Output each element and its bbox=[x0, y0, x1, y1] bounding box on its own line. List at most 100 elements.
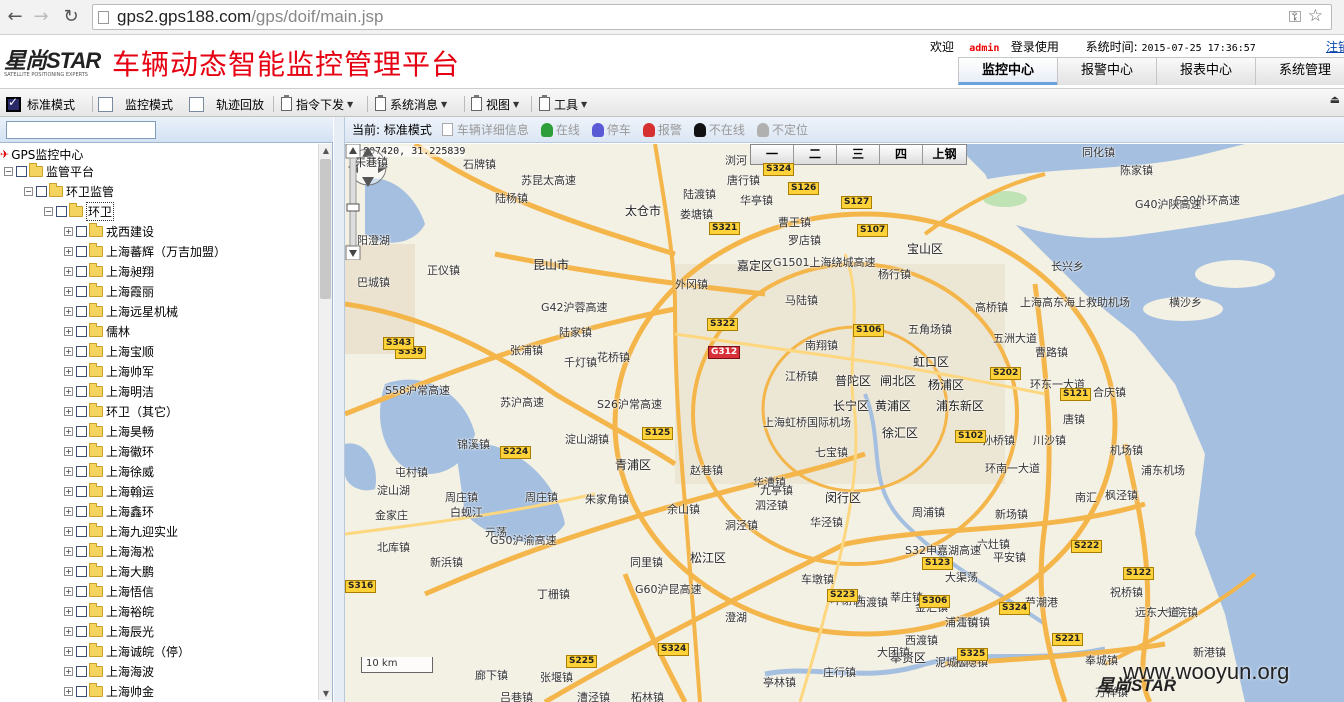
tree-vehicle-group[interactable]: + 戎西建设 bbox=[64, 221, 154, 241]
star-icon[interactable]: ☆ bbox=[1308, 6, 1323, 26]
tree-vehicle-group[interactable]: + 上海帅军 bbox=[64, 361, 154, 381]
tree-checkbox[interactable] bbox=[76, 245, 87, 257]
tree-vehicle-group[interactable]: + 上海海波 bbox=[64, 661, 154, 681]
tree-node-platform[interactable]: − 监管平台 bbox=[4, 161, 94, 181]
panel-splitter[interactable] bbox=[334, 117, 345, 702]
expand-toggle-icon[interactable]: + bbox=[64, 226, 73, 236]
expand-toggle-icon[interactable]: + bbox=[64, 266, 73, 276]
expand-toggle-icon[interactable]: + bbox=[64, 646, 73, 656]
logout-link[interactable]: 注销 bbox=[1326, 38, 1344, 55]
address-bar[interactable]: gps2.gps188.com/gps/doif/main.jsp ⚿ ☆ bbox=[92, 4, 1332, 30]
tree-node-sanitation[interactable]: − 环卫 bbox=[44, 201, 115, 221]
tree-vehicle-group[interactable]: + 上海裕皖 bbox=[64, 601, 154, 621]
forward-icon[interactable]: → bbox=[30, 6, 52, 28]
expand-toggle-icon[interactable]: + bbox=[64, 606, 73, 616]
expand-toggle-icon[interactable]: + bbox=[64, 426, 73, 436]
expand-toggle-icon[interactable]: + bbox=[64, 306, 73, 316]
tree-vehicle-group[interactable]: + 上海帅金 bbox=[64, 681, 154, 701]
tree-checkbox[interactable] bbox=[36, 185, 47, 197]
tree-vehicle-group[interactable]: + 上海徽环 bbox=[64, 441, 154, 461]
key-icon[interactable]: ⚿ bbox=[1289, 7, 1301, 27]
expand-toggle-icon[interactable]: + bbox=[64, 506, 73, 516]
tree-checkbox[interactable] bbox=[76, 365, 87, 377]
expand-toggle-icon[interactable]: + bbox=[64, 366, 73, 376]
checkbox-checked-icon[interactable] bbox=[6, 95, 21, 112]
tree-checkbox[interactable] bbox=[76, 265, 87, 277]
menu-system-msg[interactable]: 系统消息 ▼ bbox=[375, 94, 447, 114]
menu-command[interactable]: 指令下发 ▼ bbox=[281, 94, 353, 114]
tree-vehicle-group[interactable]: + 上海蕃辉（万吉加盟） bbox=[64, 241, 226, 261]
menu-tools[interactable]: 工具 ▼ bbox=[539, 94, 587, 114]
expand-toggle-icon[interactable]: + bbox=[64, 666, 73, 676]
legend-offline[interactable]: 不在线 bbox=[693, 121, 745, 138]
tab-report-center[interactable]: 报表中心 bbox=[1156, 57, 1256, 85]
tree-vehicle-group[interactable]: + 上海明洁 bbox=[64, 381, 154, 401]
legend-unlocated[interactable]: 不定位 bbox=[756, 121, 808, 138]
tree-checkbox[interactable] bbox=[76, 225, 87, 237]
mode-monitor[interactable]: 监控模式 bbox=[98, 94, 173, 114]
tree-checkbox[interactable] bbox=[76, 685, 87, 697]
menu-view[interactable]: 视图 ▼ bbox=[471, 94, 519, 114]
tree-vehicle-group[interactable]: + 上海宝顺 bbox=[64, 341, 154, 361]
expand-toggle-icon[interactable]: + bbox=[64, 286, 73, 296]
tree-checkbox[interactable] bbox=[76, 465, 87, 477]
tree-search-input[interactable] bbox=[6, 121, 156, 139]
tree-checkbox[interactable] bbox=[76, 425, 87, 437]
tree-checkbox[interactable] bbox=[76, 385, 87, 397]
tree-vehicle-group[interactable]: + 上海翰运 bbox=[64, 481, 154, 501]
tree-checkbox[interactable] bbox=[76, 485, 87, 497]
checkbox-icon[interactable] bbox=[189, 96, 204, 112]
tab-alarm-center[interactable]: 报警中心 bbox=[1057, 57, 1157, 85]
tree-checkbox[interactable] bbox=[16, 165, 27, 177]
tree-checkbox[interactable] bbox=[76, 585, 87, 597]
map-level-2[interactable]: 二 bbox=[794, 145, 837, 164]
tree-scrollbar[interactable]: ▲ ▼ bbox=[318, 144, 332, 700]
tree-checkbox[interactable] bbox=[76, 545, 87, 557]
tree-vehicle-group[interactable]: + 环卫（其它） bbox=[64, 401, 178, 421]
tree-node-sanitation-supervision[interactable]: − 环卫监管 bbox=[24, 181, 114, 201]
tree-checkbox[interactable] bbox=[76, 305, 87, 317]
tree-vehicle-group[interactable]: + 儒林 bbox=[64, 321, 130, 341]
tree-vehicle-group[interactable]: + 上海辰光 bbox=[64, 621, 154, 641]
tree-checkbox[interactable] bbox=[76, 525, 87, 537]
legend-alarm[interactable]: 报警 bbox=[642, 121, 682, 138]
tree-vehicle-group[interactable]: + 上海远星机械 bbox=[64, 301, 178, 321]
collapse-toggle-icon[interactable]: − bbox=[24, 186, 33, 196]
expand-toggle-icon[interactable]: + bbox=[64, 546, 73, 556]
tree-checkbox[interactable] bbox=[76, 445, 87, 457]
collapse-toggle-icon[interactable]: − bbox=[44, 206, 53, 216]
tree-checkbox[interactable] bbox=[76, 565, 87, 577]
map-level-1[interactable]: 一 bbox=[751, 145, 794, 164]
map-level-shanggang[interactable]: 上钢 bbox=[923, 145, 966, 164]
tree-checkbox[interactable] bbox=[76, 645, 87, 657]
tree-vehicle-group[interactable]: + 上海霞丽 bbox=[64, 281, 154, 301]
expand-toggle-icon[interactable]: + bbox=[64, 326, 73, 336]
expand-toggle-icon[interactable]: + bbox=[64, 406, 73, 416]
tree-checkbox[interactable] bbox=[76, 285, 87, 297]
scroll-up-icon[interactable]: ▲ bbox=[321, 146, 331, 155]
vehicle-detail-button[interactable]: 车辆详细信息 bbox=[441, 121, 529, 138]
expand-toggle-icon[interactable]: + bbox=[64, 386, 73, 396]
tree-vehicle-group[interactable]: + 上海昶翔 bbox=[64, 261, 154, 281]
tree-vehicle-group[interactable]: + 上海徐威 bbox=[64, 461, 154, 481]
tree-vehicle-group[interactable]: + 上海悟信 bbox=[64, 581, 154, 601]
expand-toggle-icon[interactable]: + bbox=[64, 526, 73, 536]
tree-vehicle-group[interactable]: + 上海诚皖（停） bbox=[64, 641, 190, 661]
expand-toggle-icon[interactable]: + bbox=[64, 466, 73, 476]
tree-vehicle-group[interactable]: + 上海鑫环 bbox=[64, 501, 154, 521]
tree-vehicle-group[interactable]: + 上海海凇 bbox=[64, 541, 154, 561]
expand-toggle-icon[interactable]: + bbox=[64, 686, 73, 696]
legend-online[interactable]: 在线 bbox=[540, 121, 580, 138]
expand-toggle-icon[interactable]: + bbox=[64, 566, 73, 576]
scroll-thumb[interactable] bbox=[320, 159, 331, 299]
legend-parked[interactable]: 停车 bbox=[591, 121, 631, 138]
map-level-4[interactable]: 四 bbox=[880, 145, 923, 164]
checkbox-icon[interactable] bbox=[98, 96, 113, 112]
tree-checkbox[interactable] bbox=[56, 205, 67, 217]
tree-vehicle-group[interactable]: + 上海昊畅 bbox=[64, 421, 154, 441]
map-level-3[interactable]: 三 bbox=[837, 145, 880, 164]
map-canvas[interactable]: 20.807420, 31.225839 一 二 三 四 上钢 太仓市 昆山市 嘉定… bbox=[345, 144, 1344, 702]
expand-toggle-icon[interactable]: + bbox=[64, 446, 73, 456]
tree-checkbox[interactable] bbox=[76, 325, 87, 337]
expand-toggle-icon[interactable]: + bbox=[64, 626, 73, 636]
